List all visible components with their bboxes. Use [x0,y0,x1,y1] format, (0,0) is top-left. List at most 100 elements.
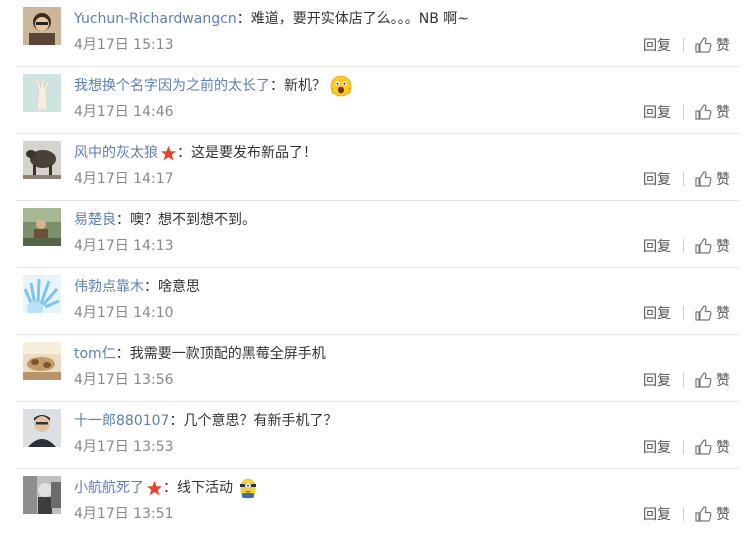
action-divider [683,38,684,52]
like-label: 赞 [716,440,730,456]
colon-separator: ： [163,480,177,496]
like-button[interactable]: 赞 [694,102,730,122]
comment-actions: 回复 赞 [643,102,730,122]
avatar[interactable] [23,7,61,45]
action-divider [683,373,684,387]
shocked-face-emoji-icon [329,74,353,98]
like-button[interactable]: 赞 [694,370,730,390]
comment-item: 我想换个名字因为之前的太长了：新机？ 4月17日 14:46 回复 赞 [0,67,750,134]
comment-actions: 回复 赞 [643,303,730,323]
avatar[interactable] [23,476,61,514]
thumbs-up-icon [694,505,712,523]
like-label: 赞 [716,38,730,54]
comment-item: Yuchun-Richardwangcn：难道，要开实体店了么。。。NB 啊~ … [0,0,750,67]
reply-button[interactable]: 回复 [643,303,671,323]
comment-time: 4月17日 14:10 [74,305,174,321]
comment-time: 4月17日 13:53 [74,439,174,455]
comment-actions: 回复 赞 [643,437,730,457]
username-link[interactable]: 易楚良 [74,209,116,231]
comment-actions: 回复 赞 [643,504,730,524]
comment-actions: 回复 赞 [643,169,730,189]
avatar[interactable] [23,141,61,179]
avatar[interactable] [23,342,61,380]
thumbs-up-icon [694,438,712,456]
comment-text: 线下活动 [177,480,233,496]
comment-item: 易楚良：噢？想不到想不到。 4月17日 14:13 回复 赞 [0,201,750,268]
thumbs-up-icon [694,103,712,121]
username-link[interactable]: 我想换个名字因为之前的太长了 [74,75,270,97]
reply-button[interactable]: 回复 [643,437,671,457]
comment-item: 十一郎880107：几个意思？有新手机了？ 4月17日 13:53 回复 赞 [0,402,750,469]
reply-button[interactable]: 回复 [643,236,671,256]
red-star-icon [146,480,163,497]
thumbs-up-icon [694,237,712,255]
username-link[interactable]: 小航航死了 [74,477,144,499]
like-button[interactable]: 赞 [694,303,730,323]
colon-separator: ： [177,145,191,161]
reply-button[interactable]: 回复 [643,35,671,55]
like-label: 赞 [716,172,730,188]
comment-text: 难道，要开实体店了么。。。NB 啊~ [250,11,469,27]
comment-line: tom仁：我需要一款顶配的黑莓全屏手机 [74,343,326,365]
like-label: 赞 [716,373,730,389]
comment-line: 风中的灰太狼 ：这是要发布新品了！ [74,142,317,164]
comment-line: 十一郎880107：几个意思？有新手机了？ [74,410,337,432]
comment-text: 这是要发布新品了！ [191,145,317,161]
avatar[interactable] [23,409,61,447]
reply-button[interactable]: 回复 [643,102,671,122]
comment-actions: 回复 赞 [643,35,730,55]
like-button[interactable]: 赞 [694,504,730,524]
comment-item: 伟勃点靠木：啥意思 4月17日 14:10 回复 赞 [0,268,750,335]
comment-text: 新机？ [284,78,326,94]
like-label: 赞 [716,306,730,322]
avatar[interactable] [23,208,61,246]
colon-separator: ： [270,78,284,94]
comment-text: 噢？想不到想不到。 [130,212,256,228]
action-divider [683,507,684,521]
red-star-icon [160,145,177,162]
username-link[interactable]: tom仁 [74,343,116,365]
comment-line: 小航航死了 ：线下活动 [74,477,260,499]
comment-list: Yuchun-Richardwangcn：难道，要开实体店了么。。。NB 啊~ … [0,0,750,538]
like-button[interactable]: 赞 [694,236,730,256]
like-button[interactable]: 赞 [694,169,730,189]
comment-text: 几个意思？有新手机了？ [183,413,338,429]
comment-line: Yuchun-Richardwangcn：难道，要开实体店了么。。。NB 啊~ [74,8,469,30]
thumbs-up-icon [694,371,712,389]
comment-time: 4月17日 14:13 [74,238,174,254]
comment-line: 伟勃点靠木：啥意思 [74,276,200,298]
comment-time: 4月17日 15:13 [74,37,174,53]
like-button[interactable]: 赞 [694,437,730,457]
like-label: 赞 [716,239,730,255]
like-label: 赞 [716,105,730,121]
comment-item: 小航航死了 ：线下活动 4月17日 13:51 回复 赞 [0,469,750,536]
thumbs-up-icon [694,36,712,54]
action-divider [683,172,684,186]
reply-button[interactable]: 回复 [643,504,671,524]
comment-actions: 回复 赞 [643,370,730,390]
thumbs-up-icon [694,170,712,188]
like-label: 赞 [716,507,730,523]
comment-item: tom仁：我需要一款顶配的黑莓全屏手机 4月17日 13:56 回复 赞 [0,335,750,402]
username-link[interactable]: 伟勃点靠木 [74,276,144,298]
comment-line: 易楚良：噢？想不到想不到。 [74,209,256,231]
reply-button[interactable]: 回复 [643,169,671,189]
username-link[interactable]: 风中的灰太狼 [74,142,158,164]
username-link[interactable]: Yuchun-Richardwangcn [74,8,237,30]
avatar[interactable] [23,74,61,112]
reply-button[interactable]: 回复 [643,370,671,390]
like-button[interactable]: 赞 [694,35,730,55]
comment-line: 我想换个名字因为之前的太长了：新机？ [74,75,353,97]
avatar[interactable] [23,275,61,313]
colon-separator: ： [169,413,184,429]
username-link[interactable]: 十一郎880107 [74,410,169,432]
comment-time: 4月17日 14:17 [74,171,174,187]
comment-text: 我需要一款顶配的黑莓全屏手机 [129,346,326,362]
colon-separator: ： [236,11,251,27]
thumbs-up-icon [694,304,712,322]
comment-time: 4月17日 13:56 [74,372,174,388]
colon-separator: ： [116,212,130,228]
action-divider [683,306,684,320]
action-divider [683,239,684,253]
comment-actions: 回复 赞 [643,236,730,256]
